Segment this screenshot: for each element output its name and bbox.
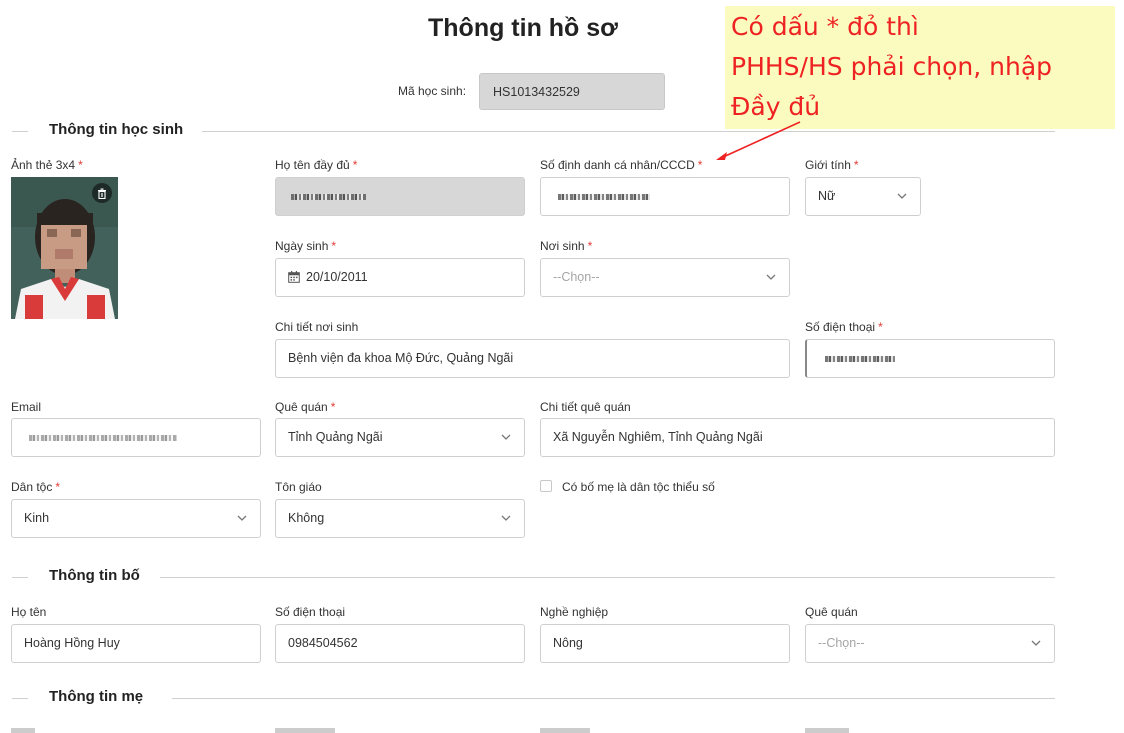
gender-label: Giới tính * [805,158,859,172]
callout-line-2: PHHS/HS phải chọn, nhập [731,52,1053,81]
section-title-student: Thông tin học sinh [49,121,184,138]
birthplace-label: Nơi sinh * [540,239,593,253]
page-title: Thông tin hồ sơ [428,14,618,42]
full-name-label: Họ tên đầy đủ * [275,158,358,172]
father-name-label: Họ tên [11,605,47,619]
dob-value: 20/10/2011 [306,270,368,284]
section-father: Thông tin bố [12,567,1055,587]
section-title-father: Thông tin bố [49,567,140,584]
redacted-text [825,355,895,362]
full-name-field [275,177,525,216]
chevron-down-icon [235,511,249,525]
email-input[interactable] [11,418,261,457]
dob-label: Ngày sinh * [275,239,337,253]
callout-line-3: Đầy đủ [731,92,821,121]
section-divider [12,131,28,132]
minority-parent-label: Có bố mẹ là dân tộc thiểu số [562,480,715,494]
callout-line-1: Có dấu * đỏ thì [731,12,919,41]
redacted-text [29,434,177,441]
trash-icon[interactable] [92,183,112,203]
ethnicity-value: Kinh [24,511,50,525]
section-divider [160,577,1055,578]
cut-off-label [805,728,849,733]
father-hometown-label: Quê quán [805,605,858,619]
father-phone-label: Số điện thoại [275,605,346,619]
chevron-down-icon [764,270,778,284]
chevron-down-icon [895,189,909,203]
father-phone-input[interactable]: 0984504562 [275,624,525,663]
ethnicity-label: Dân tộc * [11,480,61,494]
redacted-text [291,193,366,200]
callout-note: Có dấu * đỏ thì PHHS/HS phải chọn, nhập … [725,6,1115,129]
section-divider [12,698,28,699]
minority-parent-checkbox[interactable] [540,480,552,492]
chevron-down-icon [499,430,513,444]
hometown-select[interactable]: Tỉnh Quảng Ngãi [275,418,525,457]
cut-off-label [11,728,35,733]
father-job-input[interactable]: Nông [540,624,790,663]
id-number-label: Số định danh cá nhân/CCCD * [540,158,703,172]
religion-label: Tôn giáo [275,480,322,494]
chevron-down-icon [499,511,513,525]
photo-label: Ảnh thẻ 3x4 * [11,158,83,172]
chevron-down-icon [1029,636,1043,650]
religion-value: Không [288,511,325,525]
calendar-icon [288,271,300,286]
birthplace-detail-input[interactable]: Bệnh viện đa khoa Mộ Đức, Quảng Ngãi [275,339,790,378]
ethnicity-select[interactable]: Kinh [11,499,261,538]
hometown-detail-input[interactable]: Xã Nguyễn Nghiêm, Tỉnh Quảng Ngãi [540,418,1055,457]
student-id-field: HS1013432529 [479,73,665,110]
religion-select[interactable]: Không [275,499,525,538]
dob-input[interactable]: 20/10/2011 [275,258,525,297]
hometown-value: Tỉnh Quảng Ngãi [288,430,383,444]
birthplace-select[interactable]: --Chọn-- [540,258,790,297]
student-id-label: Mã học sinh: [398,84,467,98]
cut-off-label [540,728,590,733]
birthplace-placeholder: --Chọn-- [553,270,600,284]
gender-select[interactable]: Nữ [805,177,921,216]
section-divider [172,698,1055,699]
father-hometown-select[interactable]: --Chọn-- [805,624,1055,663]
cut-off-label [275,728,335,733]
father-hometown-placeholder: --Chọn-- [818,636,865,650]
father-job-label: Nghề nghiệp [540,605,609,619]
hometown-detail-label: Chi tiết quê quán [540,400,631,414]
student-phone-label: Số điện thoại * [805,320,883,334]
section-divider [12,577,28,578]
birthplace-detail-label: Chi tiết nơi sinh [275,320,359,334]
section-mother: Thông tin mẹ [12,688,1055,708]
redacted-text [558,193,650,200]
student-phone-input[interactable] [805,339,1055,378]
section-divider [202,131,1055,132]
email-label: Email [11,400,42,414]
hometown-label: Quê quán * [275,400,336,414]
gender-value: Nữ [818,189,836,203]
id-number-input[interactable] [540,177,790,216]
father-name-input[interactable]: Hoàng Hồng Huy [11,624,261,663]
section-title-mother: Thông tin mẹ [49,688,144,705]
